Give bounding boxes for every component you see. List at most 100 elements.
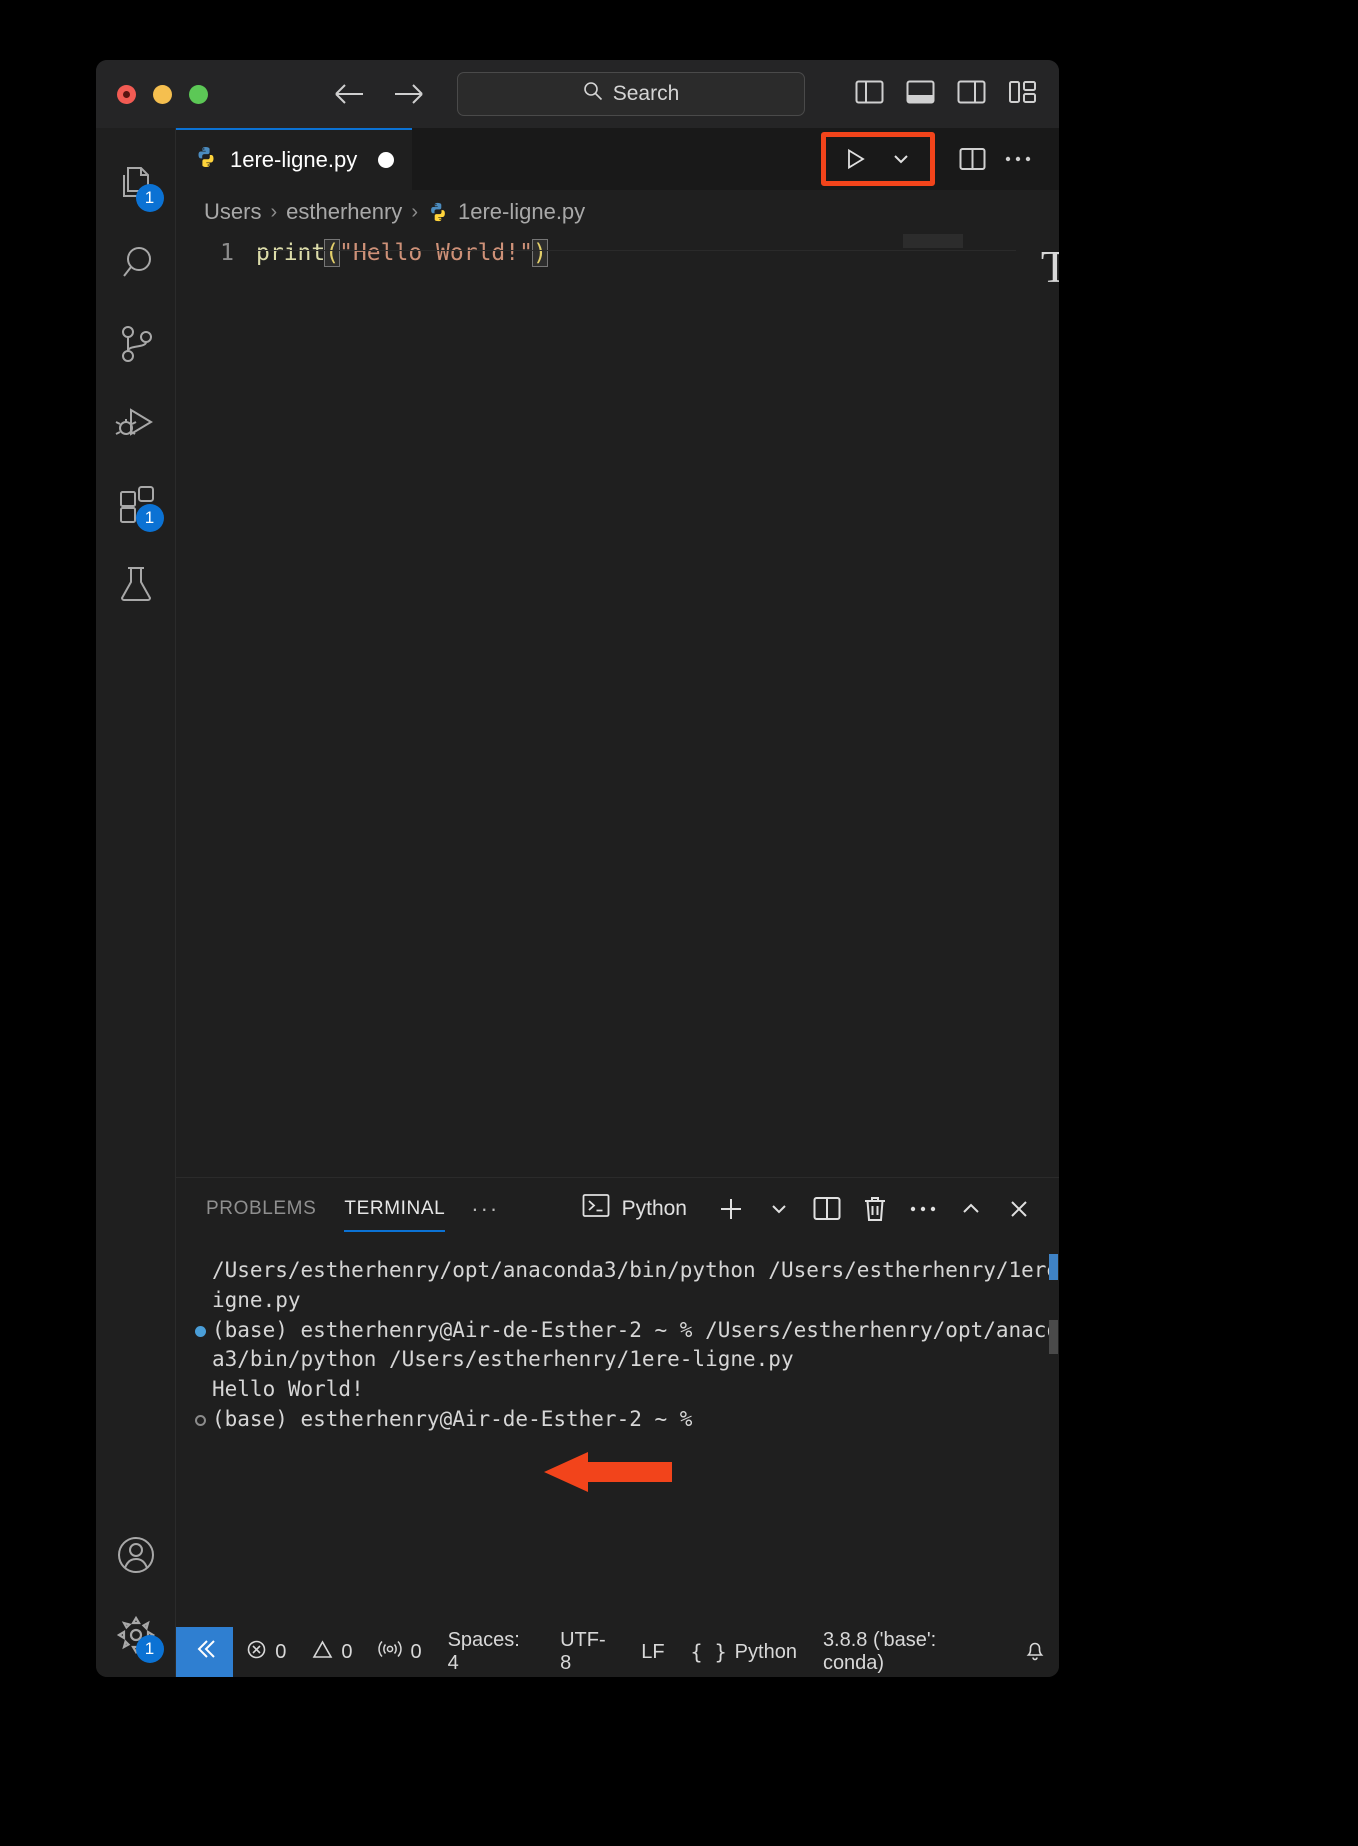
python-file-icon (427, 201, 449, 223)
breadcrumb-item-estherhenry[interactable]: estherhenry (286, 199, 402, 225)
close-panel-icon[interactable] (997, 1187, 1041, 1231)
python-file-icon (194, 145, 218, 175)
sidebar-item-run-and-debug[interactable] (96, 386, 176, 466)
sidebar-item-source-control[interactable] (96, 306, 176, 386)
terminal-gutter (188, 1256, 212, 1266)
sidebar-item-accounts[interactable] (96, 1517, 176, 1597)
toggle-primary-sidebar-icon[interactable] (855, 79, 884, 110)
breadcrumb: Users › estherhenry › 1ere-ligne.py (176, 190, 1059, 234)
terminal-line: (base) estherhenry@Air-de-Esther-2 ~ % /… (176, 1316, 1059, 1346)
terminal-line: /Users/estherhenry/opt/anaconda3/bin/pyt… (176, 1256, 1059, 1286)
editor-more-ellipsis-icon[interactable] (995, 136, 1041, 182)
status-eol[interactable]: LF (628, 1627, 677, 1677)
kill-terminal-trash-icon[interactable] (853, 1187, 897, 1231)
new-terminal-icon[interactable] (709, 1187, 753, 1231)
terminal-output[interactable]: /Users/estherhenry/opt/anaconda3/bin/pyt… (176, 1240, 1059, 1627)
beaker-icon (115, 563, 157, 610)
terminal-kind[interactable]: Python (582, 1193, 687, 1225)
terminal-gutter (188, 1316, 212, 1337)
activity-bar: 1 1 1 (96, 128, 176, 1677)
search-icon (583, 81, 603, 107)
sidebar-item-manage-settings[interactable]: 1 (96, 1597, 176, 1677)
code-token-string: "Hello World!" (339, 240, 533, 266)
command-pending-dot-icon (194, 1415, 206, 1427)
status-language-label: Python (734, 1640, 797, 1663)
account-icon (115, 1534, 157, 1581)
remote-window-indicator[interactable] (176, 1627, 234, 1677)
bell-icon (1024, 1638, 1046, 1667)
arrow-right-icon[interactable] (393, 81, 425, 107)
radio-tower-icon (378, 1639, 403, 1666)
editor-scrollbar[interactable]: T (1031, 234, 1059, 1177)
panel-more-ellipsis-icon[interactable] (901, 1187, 945, 1231)
tab-problems[interactable]: PROBLEMS (192, 1178, 330, 1240)
code-editor[interactable]: T 1 print ( "Hello World!" ) (176, 234, 1059, 1177)
status-python-interpreter[interactable]: 3.8.8 ('base': conda) (810, 1627, 1011, 1677)
unsaved-indicator-icon[interactable] (378, 152, 394, 168)
status-indentation[interactable]: Spaces: 4 (435, 1627, 548, 1677)
toggle-secondary-sidebar-icon[interactable] (957, 79, 986, 110)
bottom-panel: PROBLEMS TERMINAL ··· Python /Users/esth… (176, 1177, 1059, 1627)
status-encoding[interactable]: UTF-8 (547, 1627, 628, 1677)
terminal-scroll-marker (1049, 1254, 1058, 1280)
search-placeholder: Search (612, 82, 680, 105)
editor-tab-1ere-ligne[interactable]: 1ere-ligne.py (176, 128, 412, 190)
editor-top-rule (256, 250, 1016, 251)
terminal-scrollbar[interactable] (1047, 1240, 1059, 1627)
close-window-button[interactable] (117, 84, 136, 104)
sidebar-item-testing[interactable] (96, 546, 176, 626)
editor-tab-label: 1ere-ligne.py (230, 147, 358, 172)
toggle-panel-icon[interactable] (906, 79, 935, 110)
code-token-close-paren: ) (531, 239, 548, 267)
sidebar-item-explorer[interactable]: 1 (96, 146, 176, 226)
maximize-panel-chevron-up-icon[interactable] (949, 1187, 993, 1231)
command-success-dot-icon (194, 1325, 206, 1337)
maximize-window-button[interactable] (189, 84, 208, 104)
split-terminal-icon[interactable] (805, 1187, 849, 1231)
breadcrumb-item-filename[interactable]: 1ere-ligne.py (458, 199, 585, 225)
manage-badge: 1 (135, 1635, 164, 1663)
panel-actions: Python (582, 1187, 1059, 1231)
status-bar: 0 0 0 Spaces: 4 UTF-8 LF {} Python 3.8.… (176, 1627, 1059, 1677)
status-ports[interactable]: 0 (365, 1627, 434, 1677)
status-ports-count: 0 (410, 1640, 422, 1663)
run-play-icon[interactable] (832, 136, 878, 182)
tab-terminal[interactable]: TERMINAL (330, 1178, 459, 1240)
terminal-line-text: (base) estherhenry@Air-de-Esther-2 ~ % /… (212, 1317, 1059, 1342)
status-warnings-count: 0 (341, 1640, 353, 1663)
terminal-line-text: (base) estherhenry@Air-de-Esther-2 ~ % (212, 1407, 693, 1432)
status-notifications[interactable] (1011, 1627, 1059, 1677)
customize-layout-icon[interactable] (1008, 79, 1037, 110)
breadcrumb-separator: › (270, 200, 278, 223)
terminal-profile-chevron-down-icon[interactable] (757, 1187, 801, 1231)
status-language-mode[interactable]: { } Python (678, 1627, 810, 1677)
status-errors[interactable]: 0 (233, 1627, 299, 1677)
breadcrumb-separator: › (411, 200, 418, 223)
terminal-line: igne.py (176, 1286, 1059, 1316)
terminal-line-text: Hello World! (212, 1377, 364, 1402)
terminal-line: (base) estherhenry@Air-de-Esther-2 ~ % (176, 1405, 1059, 1435)
run-dropdown-chevron-down-icon[interactable] (878, 136, 924, 182)
braces-icon: { } (690, 1640, 727, 1664)
split-editor-icon[interactable] (949, 136, 995, 182)
minimap-slider[interactable] (903, 234, 963, 248)
title-bar: Search (96, 60, 1059, 128)
window-body: 1 1 1 1ere-ligne.py Users › estherhenry … (96, 128, 1059, 1677)
terminal-line-text: /Users/estherhenry/opt/anaconda3/bin/pyt… (212, 1258, 1059, 1282)
status-warnings[interactable]: 0 (299, 1627, 365, 1677)
minimize-window-button[interactable] (153, 84, 172, 104)
terminal-kind-label: Python (621, 1197, 687, 1220)
navigation-arrows (333, 81, 425, 107)
terminal-icon (582, 1193, 610, 1225)
code-token-open-paren: ( (324, 239, 341, 267)
search-input[interactable]: Search (457, 72, 805, 116)
arrow-left-icon[interactable] (333, 81, 365, 107)
panel-tabs-more-ellipsis-icon[interactable]: ··· (459, 1196, 511, 1222)
run-button-highlight (821, 132, 935, 186)
breadcrumb-item-users[interactable]: Users (204, 199, 261, 225)
editor-area: 1ere-ligne.py Users › estherhenry › 1ere… (176, 128, 1059, 1677)
terminal-line: Hello World! (176, 1375, 1059, 1405)
sidebar-item-extensions[interactable]: 1 (96, 466, 176, 546)
sidebar-item-search[interactable] (96, 226, 176, 306)
terminal-scroll-thumb[interactable] (1049, 1320, 1058, 1354)
